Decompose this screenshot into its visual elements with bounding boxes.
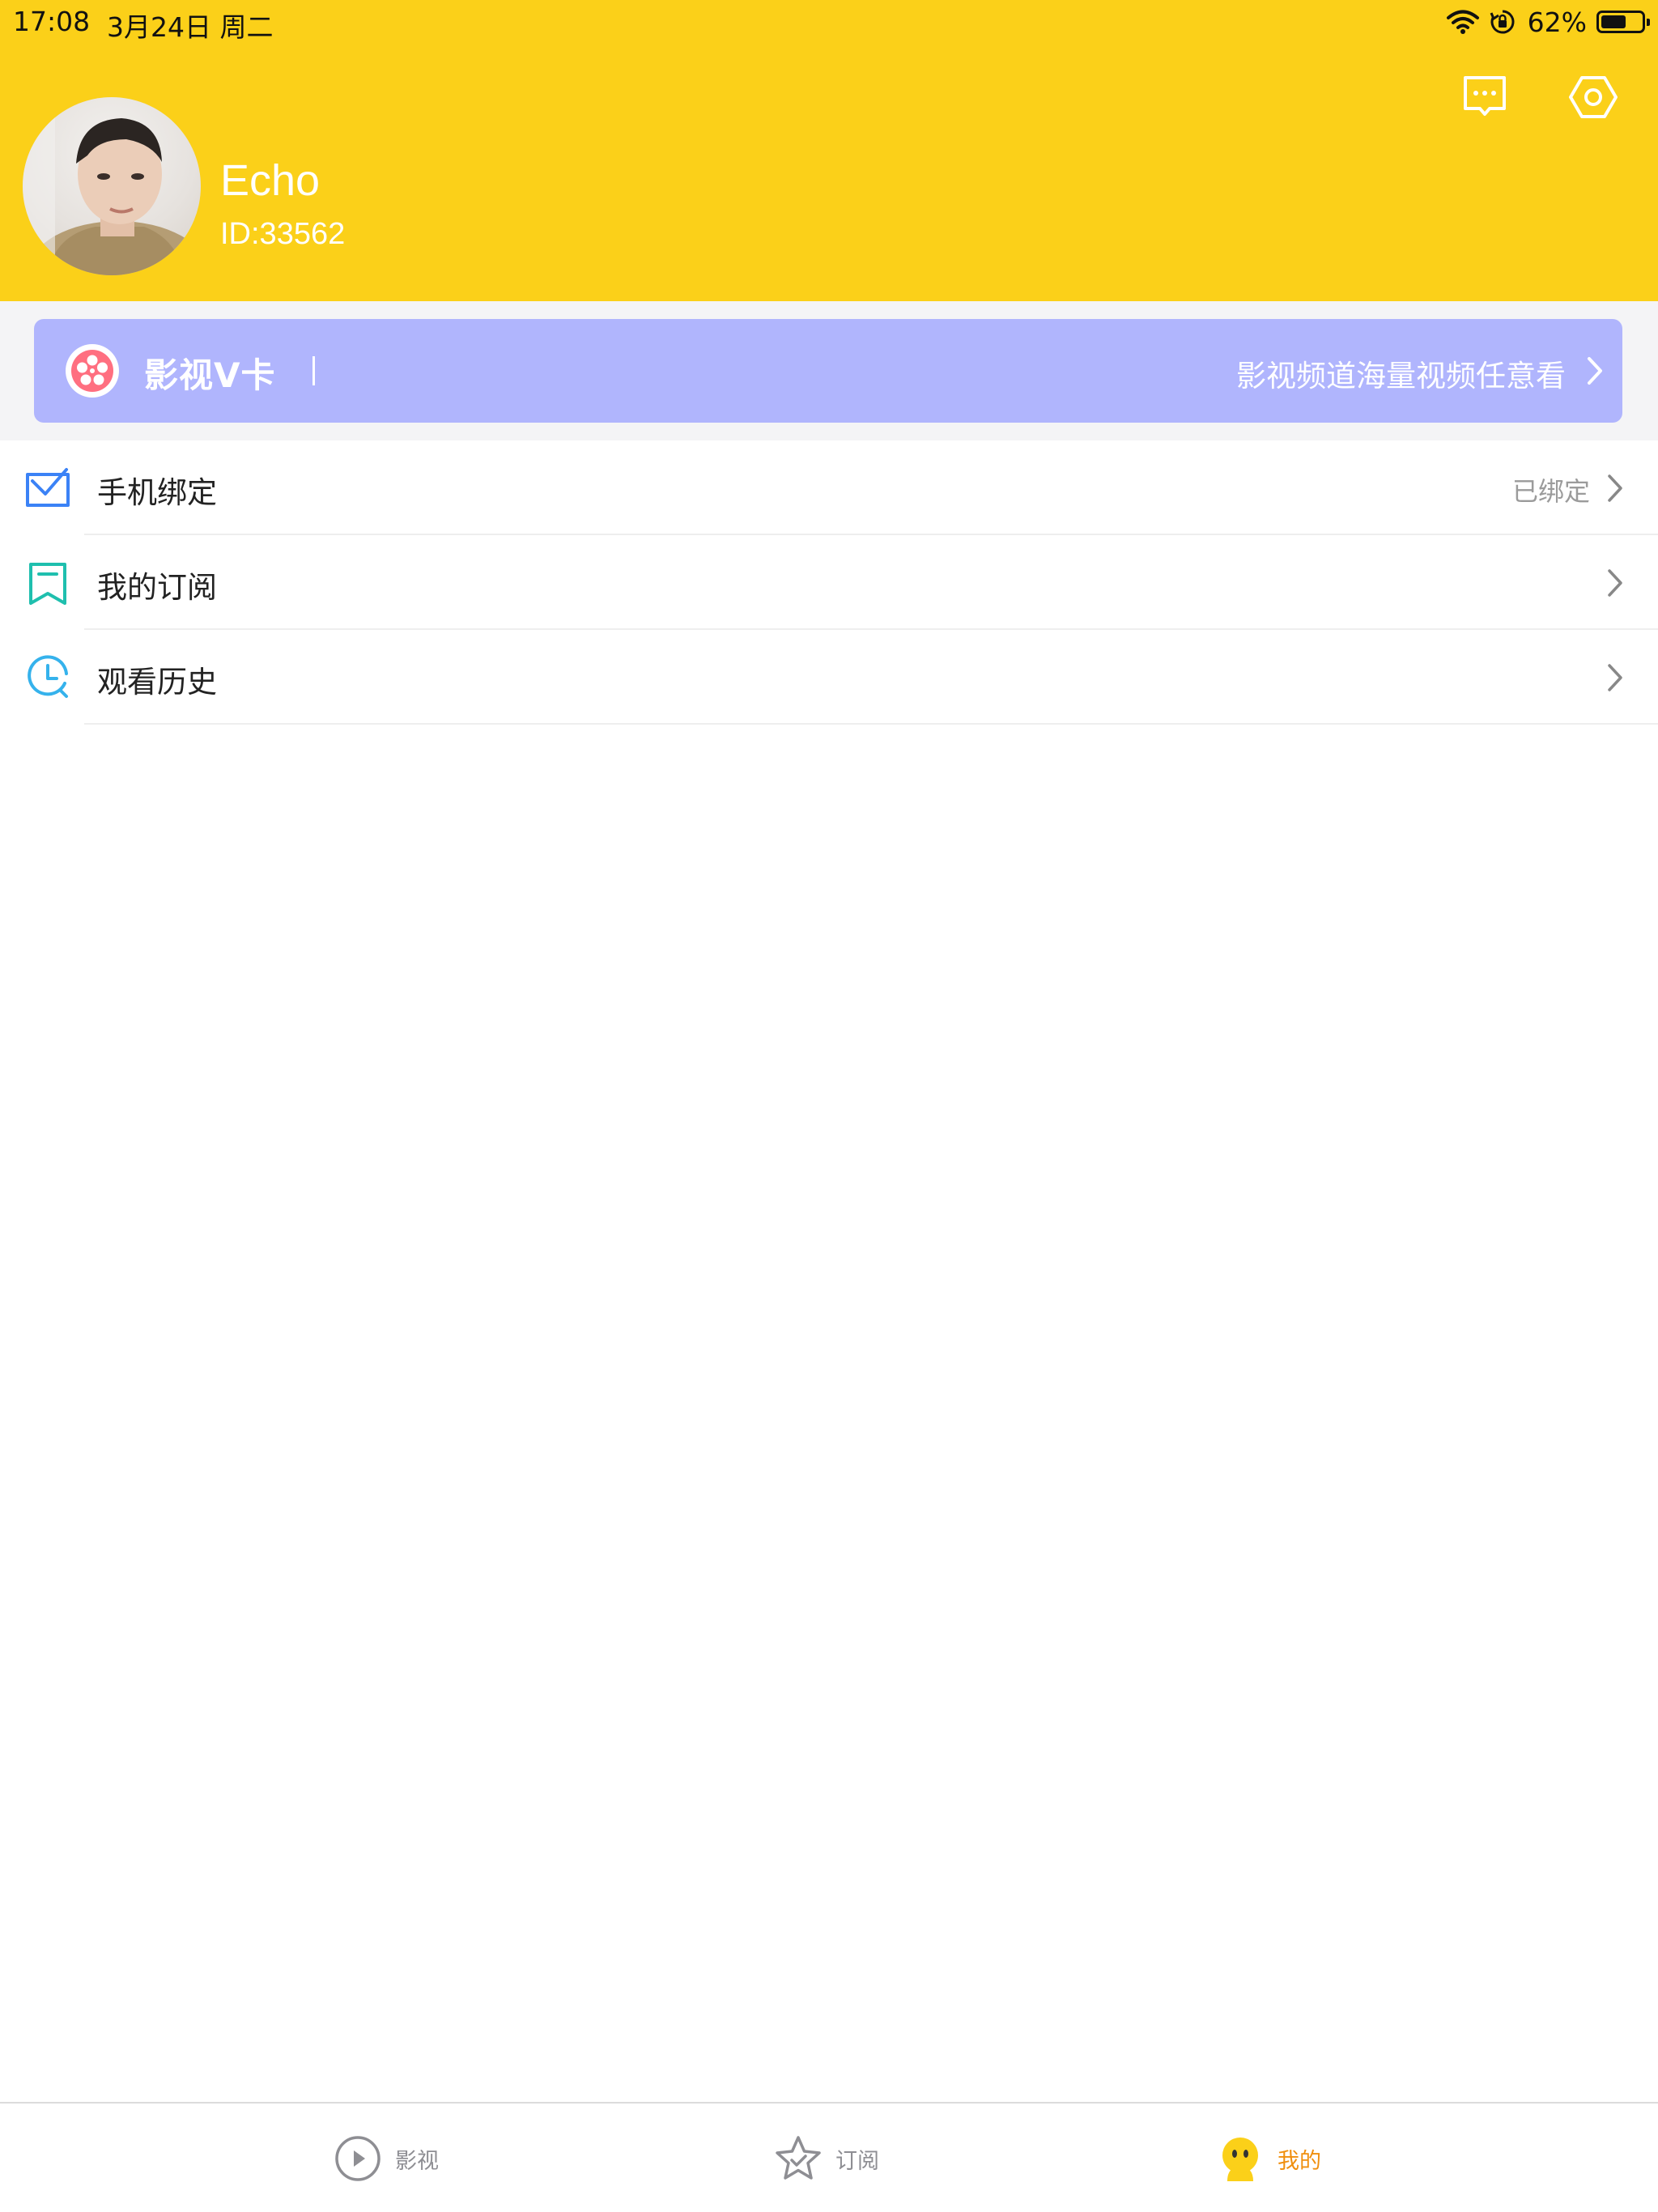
bookmark-icon (29, 563, 66, 605)
avatar[interactable] (23, 97, 201, 275)
film-reel-icon (66, 344, 119, 398)
tab-label: 影视 (395, 2148, 439, 2174)
vcard-title: 影视V卡 (144, 355, 276, 395)
vcard-section: 影视V卡 影视频道海量视频任意看 (0, 301, 1658, 440)
settings-menu: 手机绑定 已绑定 我的订阅 观看历史 (0, 440, 1658, 725)
vcard-description: 影视频道海量视频任意看 (1236, 359, 1566, 393)
menu-item-label: 手机绑定 (97, 475, 217, 510)
username: Echo (220, 156, 321, 205)
mascot-face-icon (1222, 2138, 1258, 2181)
vcard-banner[interactable]: 影视V卡 影视频道海量视频任意看 (34, 319, 1622, 423)
history-clock-icon (28, 655, 68, 698)
chevron-right-icon (1608, 569, 1622, 597)
message-icon[interactable] (1459, 71, 1511, 123)
play-circle-icon (335, 2136, 380, 2181)
vcard-divider (312, 356, 315, 385)
menu-item-watch-history[interactable]: 观看历史 (0, 630, 1658, 725)
chevron-right-icon (1588, 357, 1602, 385)
menu-item-label: 我的订阅 (97, 570, 217, 605)
tab-bar: 影视 订阅 我的 (0, 2102, 1658, 2212)
mail-check-icon (26, 468, 70, 507)
menu-item-my-subscriptions[interactable]: 我的订阅 (0, 535, 1658, 630)
battery-icon (1596, 11, 1650, 33)
battery-fill (1601, 15, 1626, 28)
chevron-right-icon (1608, 474, 1622, 502)
tab-video[interactable]: 影视 (334, 2133, 439, 2184)
tab-label: 我的 (1278, 2148, 1321, 2174)
menu-item-status: 已绑定 (1511, 476, 1590, 507)
wifi-icon (1446, 10, 1479, 34)
status-time: 17:08 (13, 6, 91, 37)
status-date: 3月24日 周二 (107, 11, 274, 43)
status-bar: 17:08 3月24日 周二 62% (0, 0, 1658, 45)
rotation-lock-icon (1490, 10, 1515, 34)
tab-subscriptions[interactable]: 订阅 (774, 2133, 879, 2184)
battery-percent: 62% (1527, 6, 1587, 38)
tab-label: 订阅 (835, 2148, 879, 2174)
avatar-photo (23, 97, 201, 275)
menu-item-label: 观看历史 (97, 665, 217, 700)
chevron-right-icon (1608, 664, 1622, 691)
menu-item-phone-binding[interactable]: 手机绑定 已绑定 (0, 440, 1658, 535)
tab-mine[interactable]: 我的 (1216, 2133, 1321, 2184)
star-check-icon (776, 2136, 821, 2180)
settings-icon[interactable] (1567, 71, 1619, 123)
divider (84, 723, 1658, 725)
profile-header: 17:08 3月24日 周二 62% Echo ID:33562 (0, 0, 1658, 301)
user-id: ID:33562 (220, 217, 346, 251)
status-indicators: 62% (1446, 6, 1650, 38)
